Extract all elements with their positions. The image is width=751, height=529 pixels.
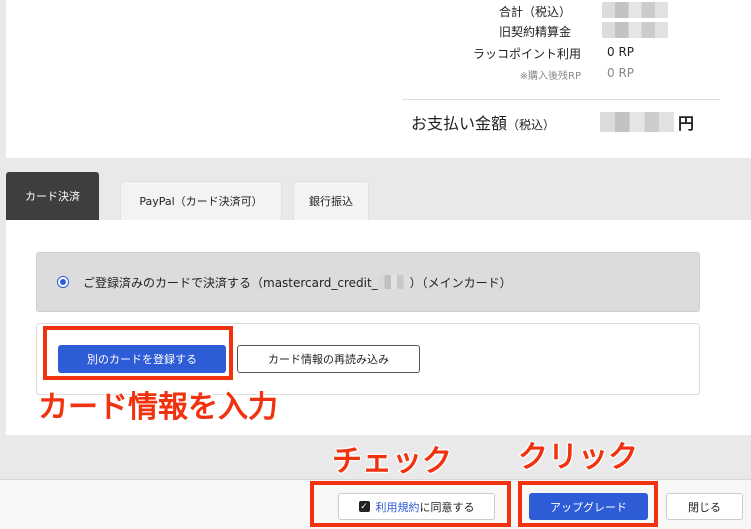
total-label: 合計（税込） xyxy=(498,5,571,19)
annotation-enter-card: カード情報を入力 xyxy=(37,389,279,426)
annotation-click: クリック xyxy=(517,439,639,476)
remaining-value: 0 RP xyxy=(607,66,635,80)
registered-card-radio[interactable] xyxy=(57,276,69,288)
order-summary-card: 合計（税込） 旧契約精算金 ラッコポイント利用 0 RP ※購入後残RP 0 R… xyxy=(6,0,751,158)
points-label: ラッコポイント利用 xyxy=(472,47,581,61)
total-value-redacted xyxy=(602,2,668,18)
tab-card-payment[interactable]: カード決済 xyxy=(6,172,99,220)
registered-card-option[interactable]: ご登録済みのカードで決済する（mastercard_credit_ ）（メインカ… xyxy=(36,252,700,312)
highlight-upgrade xyxy=(518,481,658,527)
pay-amount-label: お支払い金額（税込） xyxy=(411,110,555,134)
registered-card-label: ご登録済みのカードで決済する（mastercard_credit_ xyxy=(83,275,378,290)
reload-card-info-button[interactable]: カード情報の再読み込み xyxy=(237,345,420,373)
highlight-agree-terms xyxy=(310,481,511,527)
tab-paypal[interactable]: PayPal（カード決済可） xyxy=(120,181,282,220)
pay-tax-note: （税込） xyxy=(507,118,556,132)
pay-currency: 円 xyxy=(678,114,695,133)
points-value: 0 RP xyxy=(607,45,635,59)
card-number-redacted xyxy=(377,275,410,289)
pay-label-text: お支払い金額 xyxy=(411,114,508,133)
close-button[interactable]: 閉じる xyxy=(666,493,743,520)
registered-card-suffix: ）（メインカード） xyxy=(409,275,512,290)
payment-method-tabs: カード決済 PayPal（カード決済可） 銀行振込 xyxy=(6,172,751,220)
old-contract-value-redacted xyxy=(602,22,668,38)
highlight-register-card xyxy=(43,326,233,380)
tab-bank-transfer[interactable]: 銀行振込 xyxy=(293,181,369,220)
remaining-label: ※購入後残RP xyxy=(519,71,581,82)
annotation-check: チェック xyxy=(331,443,453,480)
pay-amount-redacted xyxy=(600,112,674,132)
old-contract-label: 旧契約精算金 xyxy=(498,25,571,39)
summary-divider xyxy=(402,99,720,100)
